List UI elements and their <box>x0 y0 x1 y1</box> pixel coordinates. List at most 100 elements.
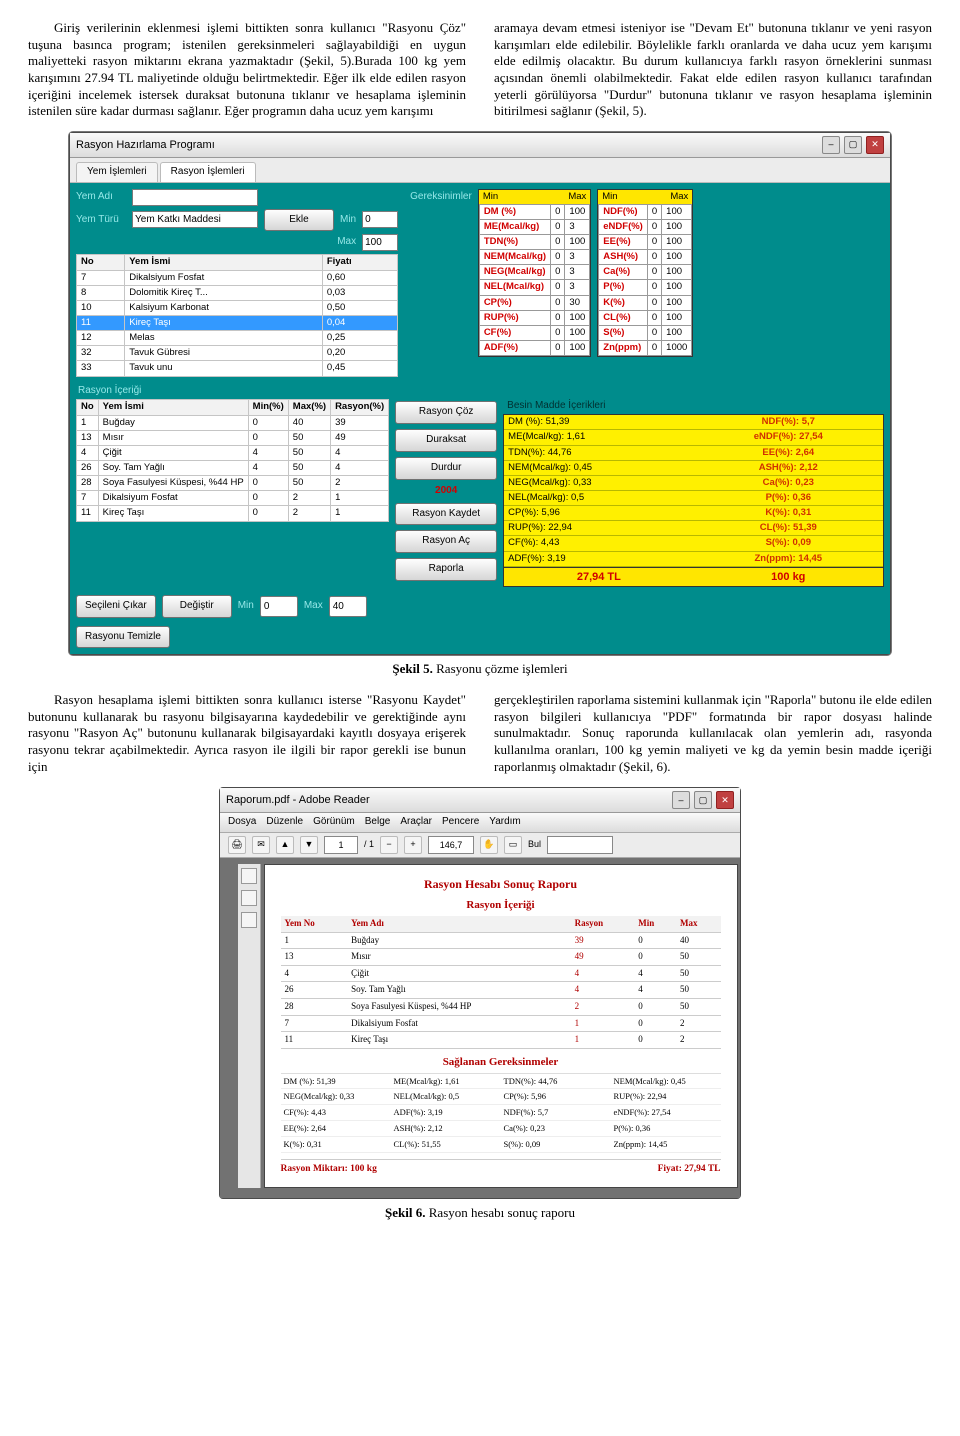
find-input[interactable] <box>547 836 613 854</box>
select-yem-turu[interactable] <box>132 211 258 228</box>
menu-item[interactable]: Dosya <box>228 816 256 829</box>
col-isim: Yem İsmi <box>125 255 323 270</box>
yem-table[interactable]: No Yem İsmi Fiyatı 7Dikalsiyum Fosfat0,6… <box>76 254 398 376</box>
ri-col-max: Max(%) <box>288 400 330 415</box>
pcol-max: Max <box>676 916 720 932</box>
table-row[interactable]: 10Kalsiyum Karbonat0,50 <box>77 300 398 315</box>
select-icon[interactable]: ▭ <box>504 836 522 854</box>
duraksat-button[interactable]: Duraksat <box>395 429 497 452</box>
hand-icon[interactable]: ✋ <box>480 836 498 854</box>
table-row: 13Mısır49050 <box>281 949 721 966</box>
page-input[interactable] <box>324 836 358 854</box>
pcol-no: Yem No <box>281 916 348 932</box>
rasyon-coz-button[interactable]: Rasyon Çöz <box>395 401 497 424</box>
pdf-foot-price: Fiyat: 27,94 TL <box>658 1163 721 1175</box>
durdur-button[interactable]: Durdur <box>395 457 497 480</box>
cost-value: 2004 <box>435 485 457 498</box>
report-title: Rasyon Hesabı Sonuç Raporu <box>281 877 721 892</box>
zoom-in-icon[interactable]: + <box>404 836 422 854</box>
mail-icon[interactable]: ✉ <box>252 836 270 854</box>
input-min2[interactable] <box>260 596 298 617</box>
pdf-minimize-icon[interactable]: – <box>672 791 690 809</box>
report-table: Yem No Yem Adı Rasyon Min Max 1Buğday390… <box>281 916 721 1048</box>
gh-max2: Max <box>670 191 688 203</box>
input-yem-adi[interactable] <box>132 189 258 206</box>
table-row: 1Buğday39040 <box>281 932 721 949</box>
menu-item[interactable]: Görünüm <box>313 816 355 829</box>
table-row[interactable]: 1Buğday04039 <box>77 415 389 430</box>
secileni-cikar-button[interactable]: Seçileni Çıkar <box>76 595 156 618</box>
titlebar: Rasyon Hazırlama Programı – ▢ ✕ <box>70 133 890 158</box>
label-yem-adi: Yem Adı <box>76 191 126 204</box>
col-fiyat: Fiyatı <box>322 255 397 270</box>
paragraph2-left: Rasyon hesaplama işlemi bittikten sonra … <box>28 692 466 775</box>
zoom-input[interactable] <box>428 836 474 854</box>
ekle-button[interactable]: Ekle <box>264 209 334 232</box>
label-gereksinimler: Gereksinimler <box>410 189 472 358</box>
rasyon-ac-button[interactable]: Rasyon Aç <box>395 530 497 553</box>
app-window: Rasyon Hazırlama Programı – ▢ ✕ Yem İşle… <box>69 132 891 656</box>
label-yem-turu: Yem Türü <box>76 214 126 227</box>
label-max2: Max <box>304 600 323 613</box>
menu-item[interactable]: Pencere <box>442 816 479 829</box>
table-row[interactable]: 32Tavuk Gübresi0,20 <box>77 346 398 361</box>
table-row[interactable]: 13Mısır05049 <box>77 430 389 445</box>
rasyonu-temizle-button[interactable]: Rasyonu Temizle <box>76 626 170 649</box>
table-row[interactable]: 33Tavuk unu0,45 <box>77 361 398 376</box>
pdf-toolbar: 🖨 ✉ ▲ ▼ / 1 − + ✋ ▭ Bul <box>220 833 740 858</box>
input-min[interactable] <box>362 211 398 228</box>
rasyon-table[interactable]: No Yem İsmi Min(%) Max(%) Rasyon(%) 1Buğ… <box>76 399 389 521</box>
table-row[interactable]: 28Soya Fasulyesi Küspesi, %44 HP0502 <box>77 476 389 491</box>
table-row[interactable]: 8Dolomitik Kireç T...0,03 <box>77 285 398 300</box>
table-row: 4Çiğit4450 <box>281 965 721 982</box>
gh-min: Min <box>483 191 498 203</box>
pdf-maximize-icon[interactable]: ▢ <box>694 791 712 809</box>
pcol-rasy: Rasyon <box>571 916 635 932</box>
input-max[interactable] <box>362 234 398 251</box>
degistir-button[interactable]: Değiştir <box>162 595 232 618</box>
page-up-icon[interactable]: ▲ <box>276 836 294 854</box>
page-of: / 1 <box>364 839 374 851</box>
pdf-sidebar <box>238 864 261 1188</box>
table-row[interactable]: 4Çiğit4504 <box>77 445 389 460</box>
menu-item[interactable]: Araçlar <box>400 816 432 829</box>
print-icon[interactable]: 🖨 <box>228 836 246 854</box>
pdf-menubar[interactable]: Dosya Düzenle Görünüm Belge Araçlar Pencere Ya… <box>220 813 740 833</box>
maximize-icon[interactable]: ▢ <box>844 136 862 154</box>
table-row: 28Soya Fasulyesi Küspesi, %44 HP2050 <box>281 998 721 1015</box>
tab-yem-islemleri[interactable]: Yem İşlemleri <box>76 162 158 182</box>
table-row[interactable]: 11Kireç Taşı021 <box>77 506 389 521</box>
pdf-close-icon[interactable]: ✕ <box>716 791 734 809</box>
caption-sekil-5: Şekil 5. Şekil 5. Rasyonu çözme işlemler… <box>28 661 932 678</box>
ri-col-isim: Yem İsmi <box>98 400 248 415</box>
attachments-icon[interactable] <box>241 912 257 928</box>
total-price: 27,94 TL <box>504 568 693 586</box>
menu-item[interactable]: Belge <box>365 816 391 829</box>
minimize-icon[interactable]: – <box>822 136 840 154</box>
input-max2[interactable] <box>329 596 367 617</box>
rasyon-kaydet-button[interactable]: Rasyon Kaydet <box>395 503 497 526</box>
table-row[interactable]: 7Dikalsiyum Fosfat021 <box>77 491 389 506</box>
table-row[interactable]: 26Soy. Tam Yağlı4504 <box>77 461 389 476</box>
zoom-out-icon[interactable]: − <box>380 836 398 854</box>
table-row[interactable]: 12Melas0,25 <box>77 331 398 346</box>
requirements-right: MinMax NDF(%)0100eNDF(%)0100EE(%)0100ASH… <box>597 189 693 358</box>
paragraph-left: Giriş verilerinin eklenmesi işlemi bitti… <box>28 20 466 120</box>
bookmarks-icon[interactable] <box>241 890 257 906</box>
raporla-button[interactable]: Raporla <box>395 558 497 581</box>
tab-rasyon-islemleri[interactable]: Rasyon İşlemleri <box>160 162 256 182</box>
pdf-page: Rasyon Hesabı Sonuç Raporu Rasyon İçeriğ… <box>264 864 738 1188</box>
thumbnails-icon[interactable] <box>241 868 257 884</box>
table-row[interactable]: 11Kireç Taşı0,04 <box>77 315 398 330</box>
pdf-foot-amount: Rasyon Miktarı: 100 kg <box>281 1163 377 1175</box>
menu-item[interactable]: Yardım <box>489 816 521 829</box>
table-row[interactable]: 7Dikalsiyum Fosfat0,60 <box>77 270 398 285</box>
table-row: 7Dikalsiyum Fosfat102 <box>281 1015 721 1032</box>
menu-item[interactable]: Düzenle <box>266 816 303 829</box>
besin-right: NDF(%): 5,7eNDF(%): 27,54EE(%): 2,64ASH(… <box>694 415 883 567</box>
gh-min2: Min <box>602 191 617 203</box>
close-icon[interactable]: ✕ <box>866 136 884 154</box>
paragraph-right: aramaya devam etmesi isteniyor ise "Deva… <box>494 20 932 120</box>
page-down-icon[interactable]: ▼ <box>300 836 318 854</box>
find-label: Bul <box>528 839 541 851</box>
